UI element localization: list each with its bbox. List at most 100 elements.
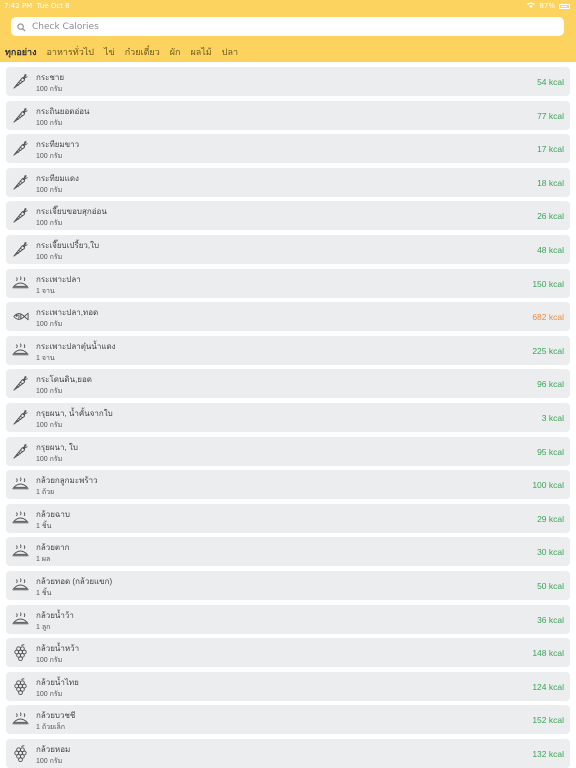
carrot-icon	[11, 442, 30, 461]
grapes-icon	[11, 744, 30, 763]
carrot-icon	[11, 72, 30, 91]
grapes-icon	[11, 643, 30, 662]
food-row[interactable]: กรุยผนา, ใบ 100 กรัม 95 kcal	[6, 436, 570, 466]
food-kcal: 132 kcal	[532, 749, 564, 759]
food-portion: 100 กรัม	[36, 455, 63, 463]
food-name: กล้วยทอด (กล้วยแขก)	[36, 577, 113, 586]
food-kcal: 682 kcal	[532, 312, 564, 323]
tab-5[interactable]: ผลไม้	[185, 45, 216, 59]
food-row[interactable]: กระเพาะปลาตุ๋นน้ำแดง 1 จาน 225 kcal	[6, 335, 570, 365]
food-kcal: 77 kcal	[537, 110, 564, 121]
food-kcal: 124 kcal	[532, 681, 564, 692]
hot-dish-icon	[11, 542, 30, 561]
tab-2[interactable]: ไข่	[99, 45, 120, 59]
food-row[interactable]: กระเจี๊ยบขอบสุกอ่อน 100 กรัม 26 kcal	[6, 201, 570, 231]
wifi-icon	[527, 0, 536, 12]
food-name: กล้วยฉาบ	[36, 509, 70, 519]
tab-3[interactable]: ก๋วยเตี๋ยว	[120, 45, 165, 59]
food-kcal: 3 kcal	[541, 413, 564, 423]
food-name: กล้วยหอม	[36, 745, 71, 754]
food-kcal: 95 kcal	[537, 446, 564, 457]
food-name: กระทียมขาว	[36, 140, 80, 150]
food-name: กรุยผนา, ใบ	[36, 442, 78, 452]
food-row[interactable]: กล้วยฉาบ 1 ชิ้น 29 kcal	[6, 503, 570, 533]
tab-1[interactable]: อาหารทั่วไป	[42, 45, 100, 59]
food-kcal: 17 kcal	[537, 144, 564, 155]
food-row[interactable]: กล้วยน้ำหว้า 100 กรัม 148 kcal	[6, 638, 570, 668]
food-row[interactable]: กระทียมแดง 100 กรัม 18 kcal	[6, 167, 570, 197]
food-portion: 100 กรัม	[36, 186, 63, 194]
search-bar[interactable]	[11, 17, 564, 36]
hot-dish-icon	[11, 509, 30, 528]
tab-6[interactable]: ปลา	[217, 45, 243, 59]
food-portion: 100 กรัม	[36, 254, 63, 261]
food-kcal: 18 kcal	[537, 177, 564, 188]
food-name: กล้วยตาก	[36, 543, 70, 553]
food-name: กล้วยน้ำไทย	[36, 677, 79, 687]
food-name: กระเจี๊ยบขอบสุกอ่อน	[36, 207, 107, 217]
food-row[interactable]: กล้วยหอม 100 กรัม 132 kcal	[6, 739, 570, 768]
food-portion: 100 กรัม	[36, 86, 63, 93]
food-row[interactable]: กล้วยกลูกมะพร้าว 1 ถ้วย 100 kcal	[6, 470, 570, 500]
search-input[interactable]	[30, 20, 534, 33]
battery-icon	[559, 3, 570, 9]
food-row[interactable]: กล้วยทอด (กล้วยแขก) 1 ชิ้น 50 kcal	[6, 571, 570, 600]
food-name: กระเจี๊ยบเปรี้ยว,ใบ	[36, 241, 100, 250]
food-kcal: 36 kcal	[537, 614, 564, 625]
food-row[interactable]: กล้วยบวชชี 1 ถ้วยเล็ก 152 kcal	[6, 705, 570, 735]
food-portion: 100 กรัม	[36, 153, 63, 161]
food-row[interactable]: กระทียมขาว 100 กรัม 17 kcal	[6, 134, 570, 164]
food-name: กระทียมแดง	[36, 173, 79, 183]
food-name: กระโดนดิน,ยอด	[36, 375, 92, 385]
food-portion: 1 ถ้วยเล็ก	[36, 724, 66, 732]
food-kcal: 54 kcal	[537, 77, 564, 87]
food-kcal: 96 kcal	[537, 379, 564, 390]
hot-dish-icon	[11, 274, 30, 293]
food-portion: 1 ถ้วย	[36, 489, 55, 497]
hot-dish-icon	[11, 341, 30, 360]
status-time-date: 7:42 PM Tue Oct 8	[4, 0, 70, 12]
food-portion: 100 กรัม	[36, 657, 63, 665]
food-kcal: 48 kcal	[537, 245, 564, 255]
food-portion: 1 ลูก	[36, 623, 51, 631]
hot-dish-icon	[11, 475, 30, 494]
food-kcal: 152 kcal	[532, 715, 564, 726]
carrot-icon	[11, 374, 30, 393]
food-portion: 100 กรัม	[36, 422, 63, 429]
food-portion: 100 กรัม	[36, 321, 63, 329]
tab-4[interactable]: ผัก	[165, 45, 186, 59]
food-kcal: 100 kcal	[532, 480, 564, 491]
carrot-icon	[11, 240, 30, 259]
food-portion: 1 จาน	[36, 287, 55, 295]
food-row[interactable]: กระเจี๊ยบเปรี้ยว,ใบ 100 กรัม 48 kcal	[6, 235, 570, 264]
food-name: กล้วยกลูกมะพร้าว	[36, 476, 98, 486]
food-row[interactable]: กระโดนดิน,ยอด 100 กรัม 96 kcal	[6, 369, 570, 399]
fish-icon	[11, 307, 30, 326]
food-name: กระเพาะปลา	[36, 274, 81, 284]
carrot-icon	[11, 173, 30, 192]
food-row[interactable]: กล้วยตาก 1 ผล 30 kcal	[6, 537, 570, 567]
food-row[interactable]: กระชาย 100 กรัม 54 kcal	[6, 67, 570, 96]
food-row[interactable]: กระเพาะปลา,ทอด 100 กรัม 682 kcal	[6, 302, 570, 332]
category-tabs: ทุกอย่าง อาหารทั่วไป ไข่ ก๋วยเตี๋ยว ผัก ผลไม้…	[0, 44, 243, 60]
food-portion: 1 ชิ้น	[36, 522, 52, 530]
food-row[interactable]: กล้วยน้ำไทย 100 กรัม 124 kcal	[6, 671, 570, 701]
search-icon	[17, 17, 26, 36]
tab-0[interactable]: ทุกอย่าง	[0, 45, 42, 59]
food-row[interactable]: กระเพาะปลา 1 จาน 150 kcal	[6, 268, 570, 298]
food-portion: 100 กรัม	[36, 388, 63, 396]
carrot-icon	[11, 139, 30, 158]
hot-dish-icon	[11, 610, 30, 629]
food-kcal: 50 kcal	[537, 581, 564, 591]
food-name: กระเพาะปลา,ทอด	[36, 308, 99, 318]
food-name: กล้วยน้ำหว้า	[36, 644, 80, 654]
app-header: 7:42 PM Tue Oct 8 87% ทุกอย่างอาหารทั่วไ…	[0, 0, 576, 62]
battery-percent: 87%	[539, 2, 555, 10]
food-row[interactable]: กรุยผนา, น้ำคั้นจากใบ 100 กรัม 3 kcal	[6, 403, 570, 432]
grapes-icon	[11, 677, 30, 696]
food-row[interactable]: กระถินยอดอ่อน 100 กรัม 77 kcal	[6, 100, 570, 130]
food-name: กล้วยบวชชี	[36, 711, 76, 721]
food-row[interactable]: กล้วยน้ำว้า 1 ลูก 36 kcal	[6, 604, 570, 634]
food-kcal: 29 kcal	[537, 513, 564, 524]
food-name: กระถินยอดอ่อน	[36, 106, 90, 116]
